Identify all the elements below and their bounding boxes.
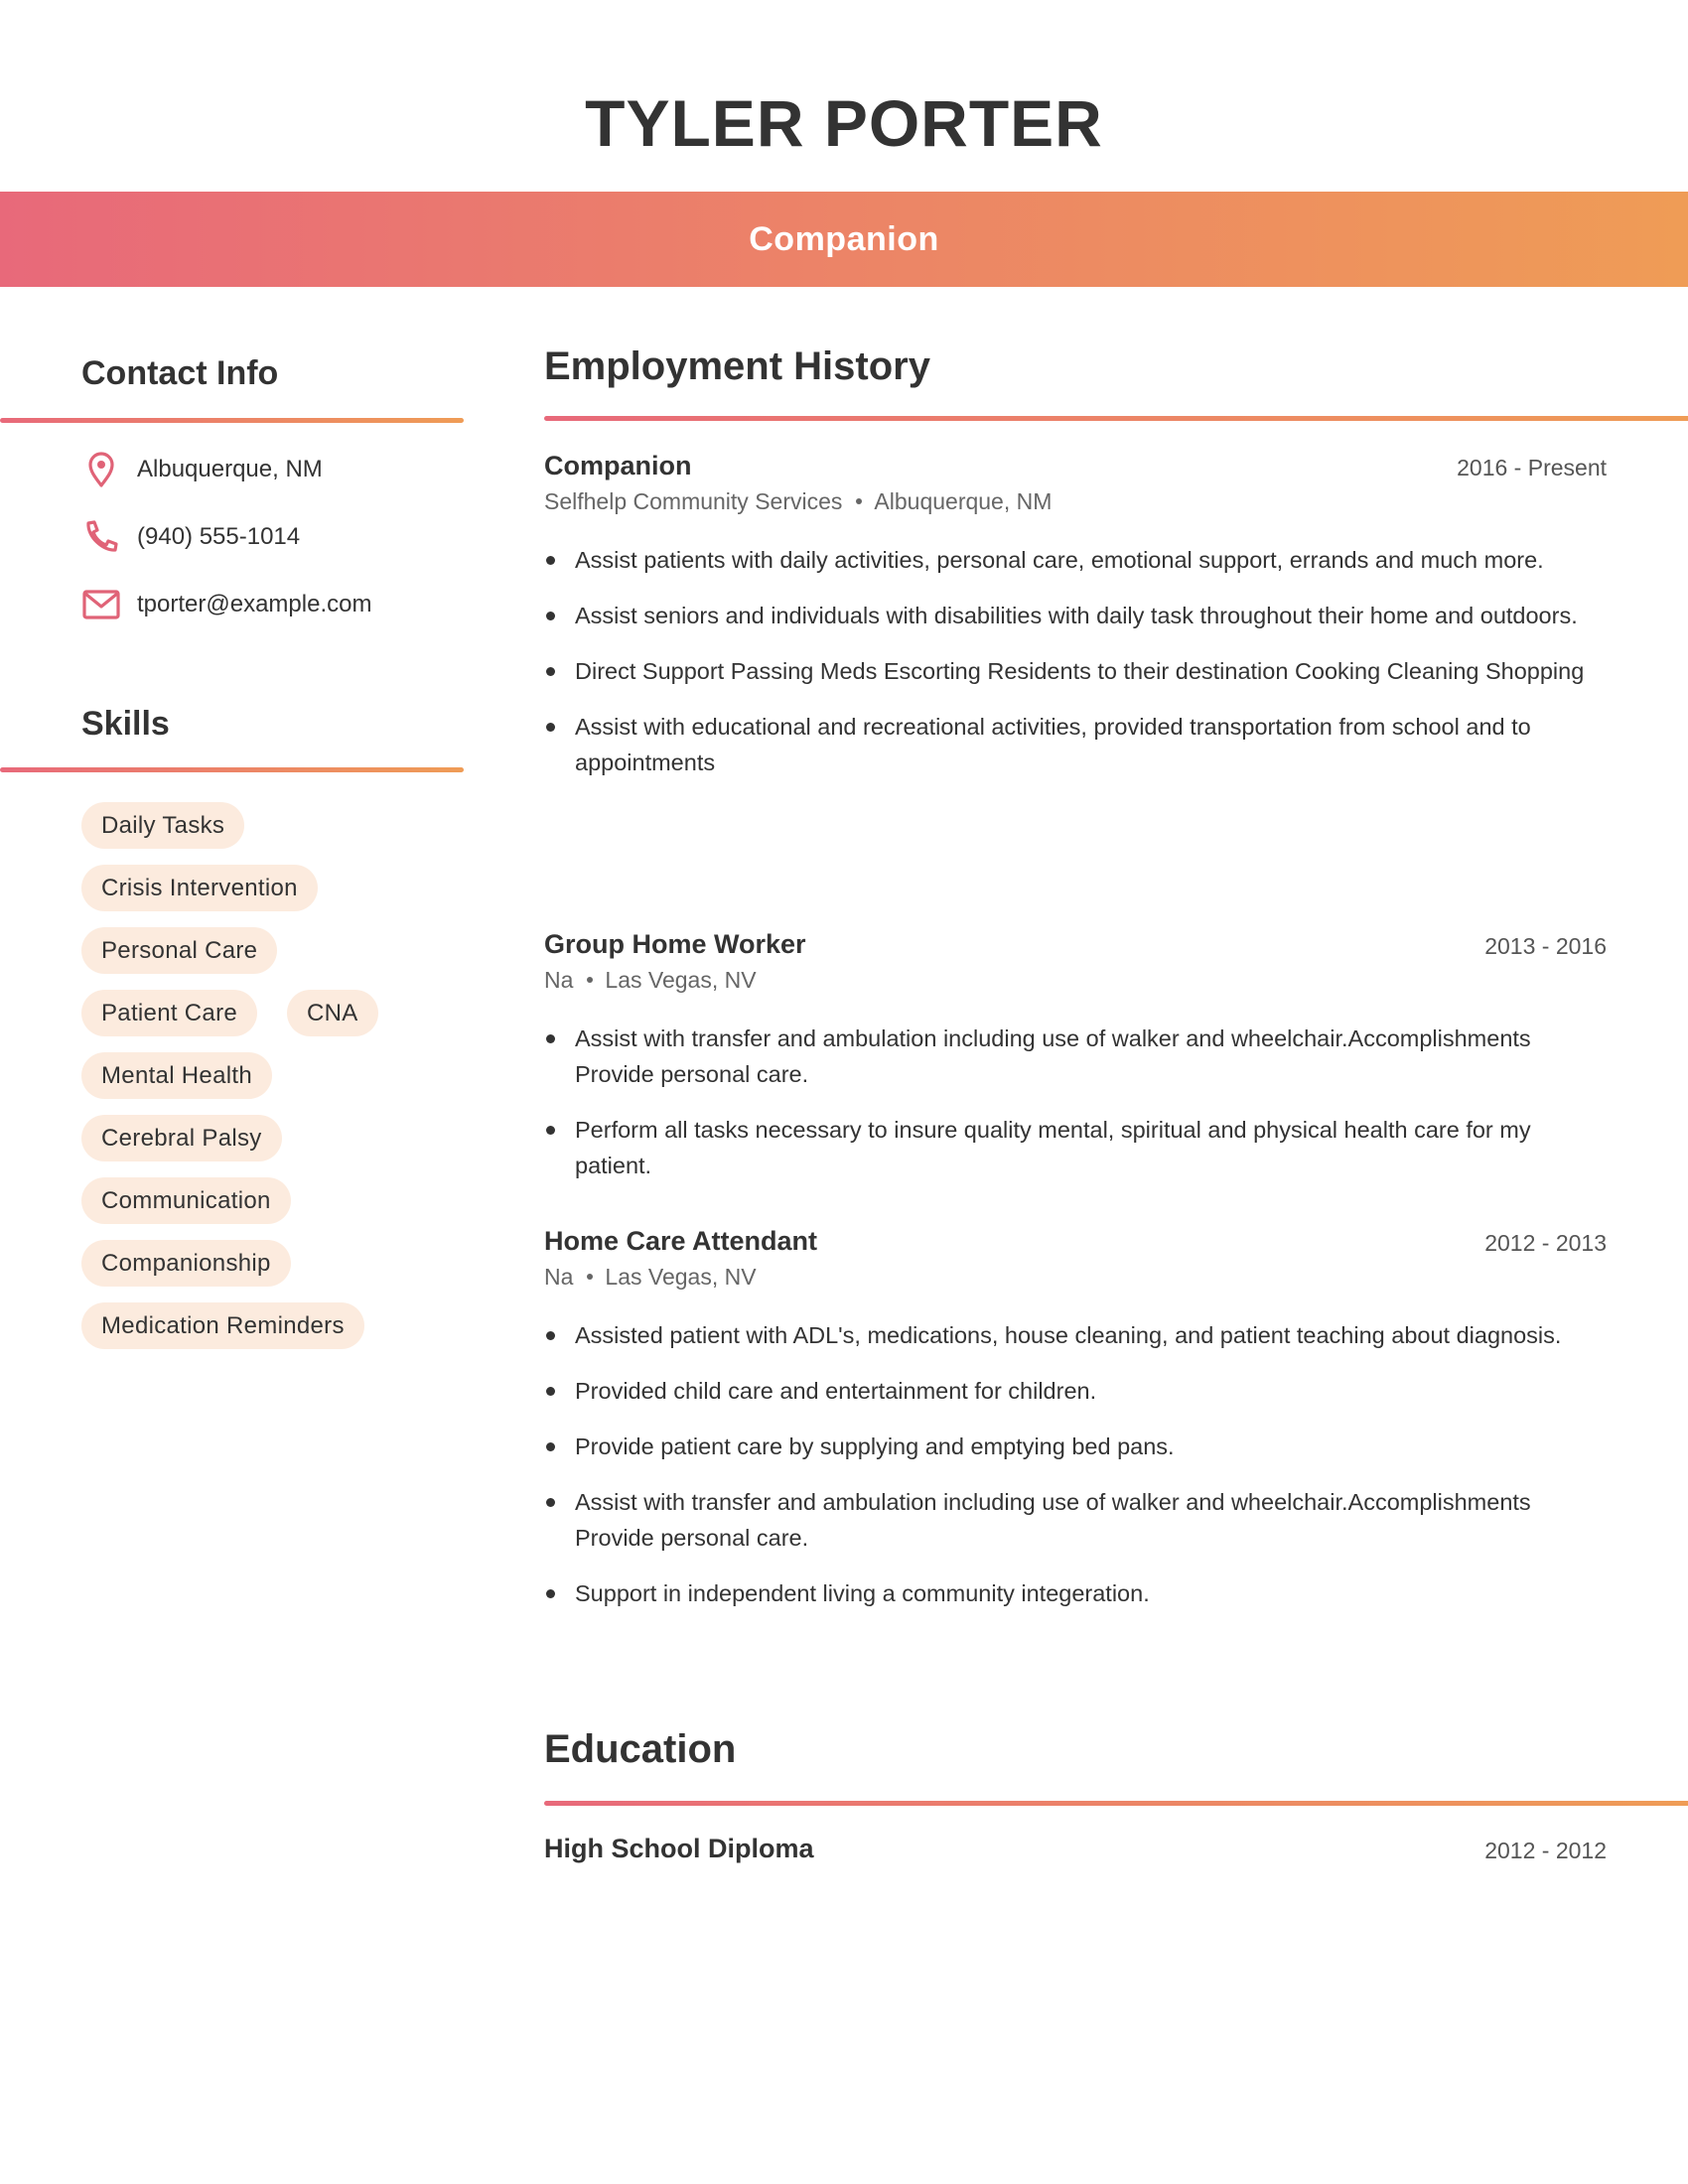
job-title-banner: Companion — [0, 192, 1688, 287]
skill-pill: Companionship — [81, 1240, 291, 1287]
bullet-item: Assist seniors and individuals with disa… — [544, 598, 1607, 633]
separator-dot-icon — [587, 976, 594, 983]
bullet-item: Perform all tasks necessary to insure qu… — [544, 1112, 1607, 1183]
bullet-item: Assist patients with daily activities, p… — [544, 542, 1607, 578]
skill-pill: Daily Tasks — [81, 802, 245, 849]
candidate-name: TYLER PORTER — [585, 86, 1103, 160]
job-entry-location: Las Vegas, NV — [605, 967, 757, 993]
bullet-text: Assist with transfer and ambulation incl… — [575, 1489, 1531, 1551]
contact-location: Albuquerque, NM — [81, 450, 323, 489]
bullet-item: Direct Support Passing Meds Escorting Re… — [544, 653, 1607, 689]
bullet-icon — [546, 1126, 555, 1135]
job-entry-location: Las Vegas, NV — [605, 1264, 757, 1290]
contact-email: tporter@example.com — [81, 585, 371, 624]
skill-pill: Crisis Intervention — [81, 865, 318, 911]
job-entry-title: Companion — [544, 451, 692, 480]
job-entry-bullets: Assist with transfer and ambulation incl… — [544, 1021, 1607, 1203]
bullet-text: Assist patients with daily activities, p… — [575, 547, 1544, 573]
bullet-item: Assist with educational and recreational… — [544, 709, 1607, 780]
job-entry-dates: 2013 - 2016 — [1484, 933, 1607, 959]
bullet-text: Assisted patient with ADL's, medications… — [575, 1322, 1562, 1348]
job-entry-employer: Na — [544, 1264, 574, 1290]
skills-divider — [0, 767, 464, 772]
job-entry-title: Group Home Worker — [544, 929, 806, 959]
bullet-item: Support in independent living a communit… — [544, 1575, 1607, 1611]
job-entry-bullets: Assist patients with daily activities, p… — [544, 542, 1607, 800]
bullet-text: Support in independent living a communit… — [575, 1580, 1150, 1606]
bullet-icon — [546, 667, 555, 676]
contact-email-text: tporter@example.com — [137, 591, 372, 617]
bullet-text: Perform all tasks necessary to insure qu… — [575, 1117, 1531, 1178]
contact-location-text: Albuquerque, NM — [137, 456, 323, 482]
education-entry-title: High School Diploma — [544, 1834, 814, 1863]
separator-dot-icon — [587, 1273, 594, 1280]
employment-heading: Employment History — [544, 344, 930, 388]
bullet-item: Assist with transfer and ambulation incl… — [544, 1484, 1607, 1556]
contact-heading: Contact Info — [81, 354, 279, 392]
job-entry-employer: Na — [544, 967, 574, 993]
mail-icon — [81, 585, 121, 624]
bullet-text: Provide patient care by supplying and em… — [575, 1433, 1175, 1459]
skill-pill: Cerebral Palsy — [81, 1115, 282, 1161]
skill-pill: Patient Care — [81, 990, 258, 1036]
contact-divider — [0, 418, 464, 423]
bullet-text: Assist with educational and recreational… — [575, 714, 1531, 775]
bullet-item: Provide patient care by supplying and em… — [544, 1429, 1607, 1464]
bullet-item: Provided child care and entertainment fo… — [544, 1373, 1607, 1409]
phone-icon — [81, 517, 121, 557]
contact-phone: (940) 555-1014 — [81, 517, 300, 557]
separator-dot-icon — [856, 497, 863, 504]
employment-divider — [544, 416, 1688, 421]
bullet-text: Assist with transfer and ambulation incl… — [575, 1025, 1531, 1087]
job-entry-bullets: Assisted patient with ADL's, medications… — [544, 1317, 1607, 1631]
job-entry-employer-line: Na Las Vegas, NV — [544, 965, 757, 995]
job-title: Companion — [749, 219, 939, 258]
job-entry-location: Albuquerque, NM — [874, 488, 1053, 514]
job-entry-employer-line: Na Las Vegas, NV — [544, 1262, 757, 1292]
contact-phone-text: (940) 555-1014 — [137, 523, 301, 550]
education-heading: Education — [544, 1727, 737, 1771]
skill-pill: Communication — [81, 1177, 291, 1224]
bullet-item: Assisted patient with ADL's, medications… — [544, 1317, 1607, 1353]
job-entry-employer-line: Selfhelp Community Services Albuquerque, … — [544, 486, 1052, 516]
bullet-icon — [546, 556, 555, 565]
bullet-icon — [546, 1498, 555, 1507]
bullet-item: Assist with transfer and ambulation incl… — [544, 1021, 1607, 1092]
bullet-icon — [546, 723, 555, 732]
education-divider — [544, 1801, 1688, 1806]
bullet-icon — [546, 612, 555, 620]
bullet-text: Assist seniors and individuals with disa… — [575, 603, 1578, 628]
job-entry-title: Home Care Attendant — [544, 1226, 818, 1256]
bullet-icon — [546, 1331, 555, 1340]
bullet-icon — [546, 1387, 555, 1396]
location-pin-icon — [81, 450, 121, 489]
skills-heading: Skills — [81, 705, 170, 743]
job-entry-dates: 2016 - Present — [1457, 455, 1607, 480]
bullet-icon — [546, 1442, 555, 1451]
skill-pill: Mental Health — [81, 1052, 272, 1099]
skill-pill: Medication Reminders — [81, 1302, 364, 1349]
job-entry-employer: Selfhelp Community Services — [544, 488, 843, 514]
bullet-text: Provided child care and entertainment fo… — [575, 1378, 1097, 1404]
skill-pill: CNA — [287, 990, 378, 1036]
skill-pill: Personal Care — [81, 927, 278, 974]
education-entry-dates: 2012 - 2012 — [1484, 1838, 1607, 1863]
bullet-icon — [546, 1589, 555, 1598]
job-entry-dates: 2012 - 2013 — [1484, 1230, 1607, 1256]
bullet-text: Direct Support Passing Meds Escorting Re… — [575, 658, 1585, 684]
bullet-icon — [546, 1034, 555, 1043]
